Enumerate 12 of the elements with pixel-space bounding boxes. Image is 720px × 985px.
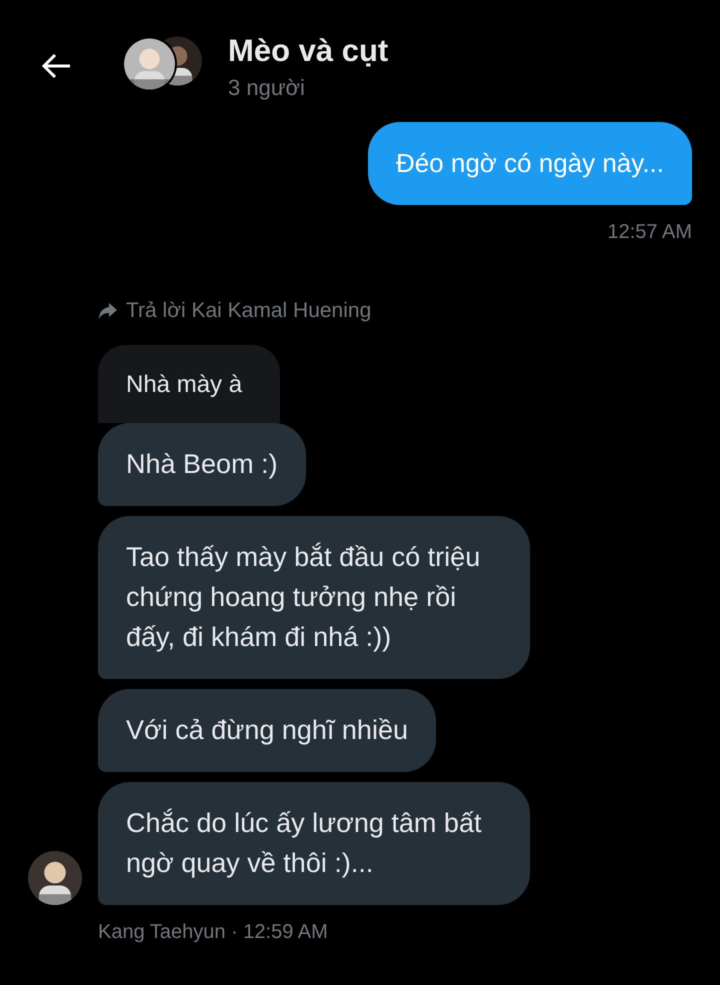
message-time: 12:57 AM (607, 221, 692, 244)
message-bubble[interactable]: Chắc do lúc ấy lương tâm bất ngờ quay về thôi :)... (98, 782, 530, 905)
reply-label: Trả lời Kai Kamal Huening (126, 299, 372, 323)
message-bubble[interactable]: Tao thấy mày bắt đầu có triệu chứng hoang tưởng nhẹ rồi đấy, đi khám đi nhá :)) (98, 516, 530, 679)
message-bubble[interactable]: Nhà Beom :) (98, 423, 306, 506)
message-bubble[interactable]: Với cả đừng nghĩ nhiều (98, 689, 436, 772)
reply-icon (98, 302, 118, 320)
back-icon[interactable] (40, 52, 72, 80)
member-count: 3 người (228, 75, 306, 101)
sender-time: Kang Taehyun · 12:59 AM (98, 921, 328, 943)
quoted-message[interactable]: Nhà mày à (98, 345, 280, 423)
chat-title: Mèo và cụt (228, 33, 388, 69)
